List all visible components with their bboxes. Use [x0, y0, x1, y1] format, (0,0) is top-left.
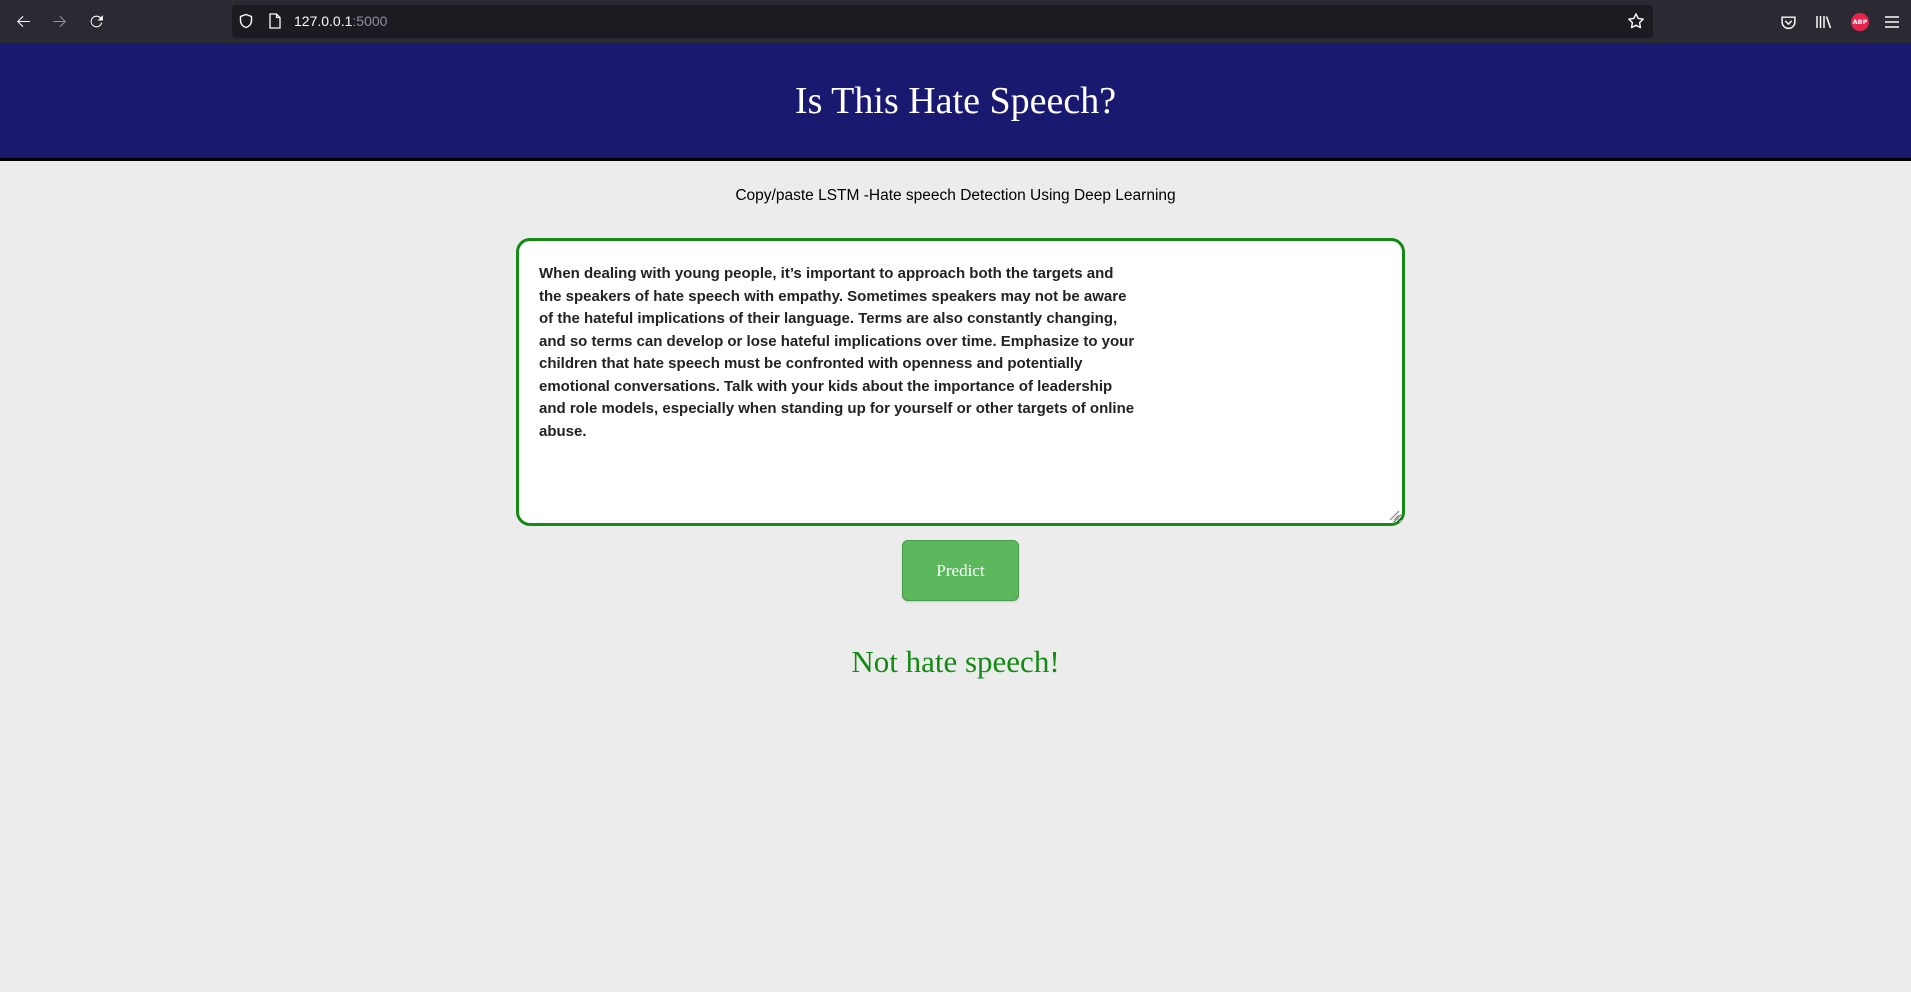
hamburger-menu-icon: [1885, 16, 1899, 28]
url-text[interactable]: 127.0.0.1:5000: [294, 13, 387, 29]
page-subtitle: Copy/paste LSTM -Hate speech Detection U…: [735, 187, 1176, 204]
adblock-plus-icon: ABP: [1851, 13, 1869, 31]
url-host: 127.0.0.1: [294, 13, 353, 29]
address-bar[interactable]: 127.0.0.1:5000: [232, 5, 1653, 38]
prediction-result: Not hate speech!: [851, 644, 1060, 679]
page-title: Is This Hate Speech?: [794, 79, 1117, 122]
shield-icon[interactable]: [238, 13, 254, 29]
speech-text-input[interactable]: When dealing with young people, it’s imp…: [516, 238, 1405, 526]
url-port: :5000: [352, 13, 388, 29]
forward-button[interactable]: [41, 0, 77, 43]
library-button[interactable]: [1814, 12, 1834, 32]
reload-button[interactable]: [78, 0, 114, 43]
arrow-right-icon: [52, 15, 66, 28]
page-icon[interactable]: [268, 13, 282, 29]
bookmark-star-icon[interactable]: [1627, 12, 1645, 30]
page-header: Is This Hate Speech?: [0, 43, 1911, 161]
menu-button[interactable]: [1882, 12, 1902, 32]
back-button[interactable]: [5, 0, 41, 43]
speech-text-value: When dealing with young people, it’s imp…: [539, 265, 1135, 440]
pocket-icon: [1780, 15, 1796, 29]
reload-icon: [90, 15, 103, 28]
adblock-plus-button[interactable]: ABP: [1850, 12, 1870, 32]
arrow-left-icon: [16, 15, 30, 28]
pocket-button[interactable]: [1778, 12, 1798, 32]
browser-toolbar: 127.0.0.1:5000 ABP: [0, 0, 1911, 43]
resize-grip-icon[interactable]: [1386, 507, 1400, 521]
library-icon: [1816, 16, 1832, 29]
predict-button[interactable]: Predict: [902, 540, 1019, 601]
